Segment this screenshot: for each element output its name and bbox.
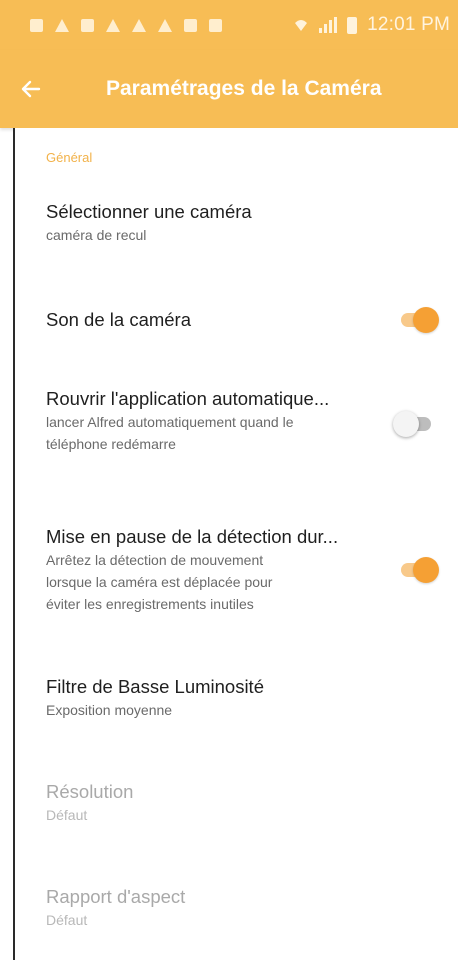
- pref-summary: Défaut: [46, 807, 88, 823]
- status-time: 12:01 PM: [367, 14, 450, 35]
- battery-icon: [347, 16, 358, 34]
- pref-auto-reopen[interactable]: Rouvrir l'application automatique... lan…: [46, 387, 446, 455]
- screenshot-icon: [209, 18, 222, 32]
- pref-title: Son de la caméra: [46, 309, 192, 330]
- pref-summary-line: éviter les enregistrements inutiles: [46, 596, 254, 612]
- warning-icon: [158, 18, 172, 32]
- warning-icon: [132, 18, 146, 32]
- pref-aspect-ratio: Rapport d'aspect Défaut: [46, 885, 446, 931]
- pref-summary-line: lancer Alfred automatiquement quand le: [46, 414, 294, 430]
- pref-summary: Exposition moyenne: [46, 702, 173, 718]
- pref-title: Mise en pause de la détection dur...: [46, 526, 339, 547]
- notification-icon: [30, 18, 43, 32]
- signal-icon: [319, 17, 338, 33]
- pref-camera-sound[interactable]: Son de la caméra: [46, 308, 446, 332]
- pref-summary: caméra de recul: [46, 227, 147, 243]
- pref-pause-detection[interactable]: Mise en pause de la détection dur... Arr…: [46, 525, 446, 615]
- status-right: 12:01 PM: [293, 14, 450, 36]
- page-title: Paramétrages de la Caméra: [106, 77, 382, 100]
- toggle-thumb: [413, 307, 439, 333]
- toggle-thumb: [413, 557, 439, 583]
- mail-icon: [184, 18, 197, 32]
- back-arrow-icon: [21, 80, 41, 98]
- pref-title: Filtre de Basse Luminosité: [46, 676, 264, 697]
- camera-sound-toggle[interactable]: [397, 305, 439, 335]
- back-button[interactable]: [0, 50, 62, 128]
- toggle-thumb: [393, 411, 419, 437]
- pref-select-camera[interactable]: Sélectionner une caméra caméra de recul: [46, 200, 446, 246]
- auto-reopen-toggle[interactable]: [393, 409, 435, 439]
- video-icon: [81, 18, 94, 32]
- status-icons: [30, 18, 293, 32]
- pref-title: Rapport d'aspect: [46, 886, 186, 907]
- pref-title: Rouvrir l'application automatique...: [46, 388, 330, 409]
- alert-icon: [55, 18, 69, 32]
- pref-title: Résolution: [46, 781, 134, 802]
- section-header-general: Général: [46, 150, 93, 165]
- settings-list: Général Sélectionner une caméra caméra d…: [15, 128, 458, 960]
- pref-summary: Défaut: [46, 912, 88, 928]
- pref-summary-line: téléphone redémarre: [46, 436, 176, 452]
- wifi-icon: [295, 20, 308, 31]
- pref-summary-line: lorsque la caméra est déplacée pour: [46, 574, 273, 590]
- status-bar: 12:01 PM: [0, 0, 458, 50]
- pause-detection-toggle[interactable]: [397, 555, 439, 585]
- pref-resolution: Résolution Défaut: [46, 780, 446, 826]
- app-bar: Paramétrages de la Caméra: [0, 50, 458, 128]
- pref-title: Sélectionner une caméra: [46, 201, 252, 222]
- pref-summary-line: Arrêtez la détection de mouvement: [46, 552, 264, 568]
- warning-icon: [106, 18, 120, 32]
- pref-low-light-filter[interactable]: Filtre de Basse Luminosité Exposition mo…: [46, 675, 446, 721]
